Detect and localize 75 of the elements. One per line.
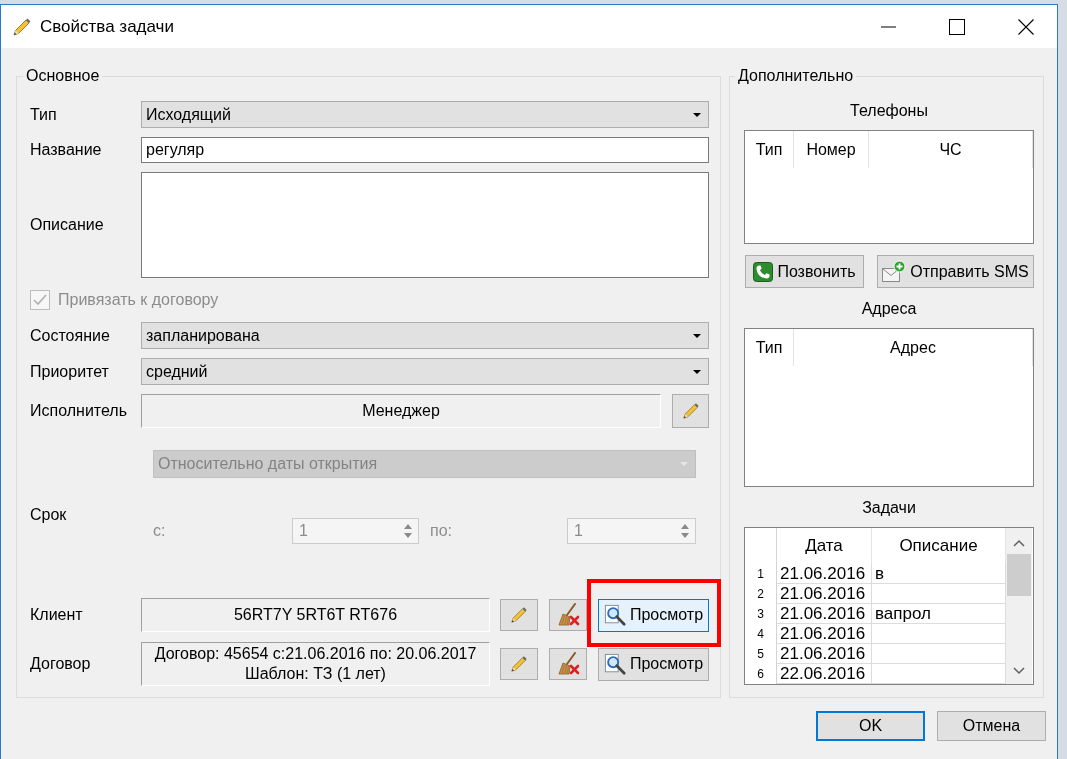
clear-button[interactable] — [549, 599, 587, 631]
call-button[interactable]: Позвонить — [745, 255, 864, 288]
scrollbar[interactable] — [1006, 528, 1032, 684]
row-number: 4 — [745, 624, 777, 644]
maximize-icon — [949, 18, 965, 35]
column-header[interactable]: Номер — [794, 131, 869, 168]
field-label: Клиент — [30, 606, 83, 624]
minimize-icon — [880, 25, 896, 28]
field-label: Состояние — [30, 326, 110, 345]
field-label: Приоритет — [30, 362, 109, 381]
pencil-icon — [510, 655, 528, 673]
caret-icon — [693, 333, 701, 338]
section-title: Задачи — [862, 499, 916, 517]
row-number: 1 — [745, 564, 777, 584]
pencil-icon — [510, 606, 528, 624]
column-header[interactable]: Адрес — [794, 329, 1033, 366]
table-cell: 21.06.2016 — [777, 644, 872, 664]
field-label: с: — [153, 522, 166, 540]
close-icon — [1018, 18, 1034, 35]
broom-icon — [556, 652, 580, 676]
readonly-field: 56RT7Y 5RT6T RT676 — [141, 598, 490, 632]
readonly-field: Менеджер — [141, 394, 661, 428]
combo-box[interactable]: средний — [141, 358, 709, 385]
column-header[interactable]: ЧС — [869, 131, 1033, 168]
dialog-button[interactable]: Отмена — [937, 711, 1046, 741]
row-number: 6 — [745, 664, 777, 684]
sms-button[interactable]: Отправить SMS — [877, 255, 1034, 288]
chevron-down-icon — [1013, 667, 1025, 675]
field-label: Название — [30, 141, 102, 159]
group-title: Основное — [25, 67, 101, 85]
field-label: Договор — [30, 655, 91, 673]
magnifier-icon — [603, 653, 626, 675]
table-cell: 22.06.2016 — [777, 664, 872, 684]
view-button[interactable]: Просмотр — [598, 647, 709, 681]
column-header[interactable]: Тип — [745, 329, 794, 366]
table-cell: 21.06.2016 — [777, 564, 872, 584]
edit-button[interactable] — [500, 599, 538, 631]
dialog-button[interactable]: OK — [816, 711, 925, 741]
edit-button[interactable] — [500, 648, 538, 680]
magnifier-icon — [603, 604, 626, 626]
broom-icon — [556, 603, 580, 627]
row-number: 3 — [745, 604, 777, 624]
row-number: 2 — [745, 584, 777, 604]
window-title: Свойства задачи — [40, 16, 174, 37]
field-label: Исполнитель — [30, 402, 127, 420]
field-label: Тип — [30, 105, 57, 124]
section-title: Адреса — [861, 300, 917, 318]
view-button[interactable]: Просмотр — [598, 598, 709, 632]
field-label: Срок — [30, 506, 67, 524]
scroll-thumb[interactable] — [1007, 554, 1031, 596]
column-header[interactable]: Тип — [745, 131, 794, 168]
description-field[interactable] — [141, 172, 709, 278]
field-label: Описание — [30, 216, 104, 234]
table-cell: 21.06.2016 — [777, 624, 872, 644]
pencil-icon — [681, 402, 700, 420]
edit-button[interactable] — [672, 394, 709, 428]
group-title: Дополнительно — [737, 67, 855, 85]
section-title: Телефоны — [850, 102, 928, 120]
checkmark-icon — [32, 292, 48, 308]
combo-box[interactable]: Исходящий — [141, 101, 709, 128]
table-cell: 21.06.2016 — [777, 604, 872, 624]
caret-icon — [693, 112, 701, 117]
combo-box[interactable]: запланирована — [141, 322, 709, 349]
chevron-up-icon — [1013, 539, 1025, 547]
readonly-field: Договор: 45654 с:21.06.2016 по: 20.06.2017 Шаблон: ТЗ (1 лет) — [141, 642, 490, 686]
table-cell: 21.06.2016 — [777, 584, 872, 604]
column-header[interactable]: Дата — [777, 528, 872, 564]
caret-icon — [693, 369, 701, 374]
checkbox-label: Привязать к договору — [58, 291, 219, 309]
envelope-plus-icon — [882, 259, 907, 284]
field-label: по: — [430, 522, 452, 540]
text-field[interactable]: регуляр — [141, 137, 709, 163]
phone-icon — [753, 261, 774, 282]
clear-button[interactable] — [549, 648, 587, 680]
row-number: 5 — [745, 644, 777, 664]
